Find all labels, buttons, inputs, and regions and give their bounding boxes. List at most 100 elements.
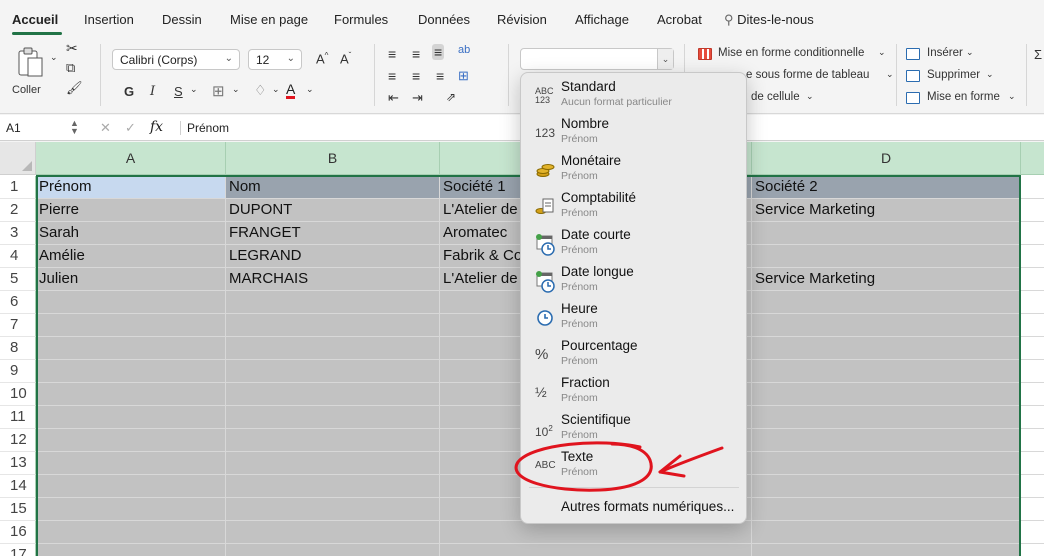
cell-d17[interactable] — [752, 544, 1021, 556]
align-top-icon[interactable]: ≡ — [388, 46, 396, 62]
cell-d9[interactable] — [752, 360, 1021, 383]
increase-font-icon[interactable]: A^ — [316, 51, 328, 66]
cell-e10[interactable] — [1021, 383, 1044, 406]
cell-a7[interactable] — [36, 314, 226, 337]
cell-e9[interactable] — [1021, 360, 1044, 383]
cell-a15[interactable] — [36, 498, 226, 521]
conditional-format-button[interactable]: Mise en forme conditionnelle — [718, 47, 864, 59]
tell-me[interactable]: ⚲ Dites-le-nous — [724, 12, 814, 28]
tab-revision[interactable]: Révision — [497, 12, 547, 27]
format-item-comptabilite[interactable]: Comptabilité Prénom — [521, 188, 746, 224]
cell-e13[interactable] — [1021, 452, 1044, 475]
cell-b16[interactable] — [226, 521, 440, 544]
cancel-icon[interactable]: ✕ — [100, 120, 111, 136]
cell-d7[interactable] — [752, 314, 1021, 337]
font-size-select[interactable]: 12 ⌄ — [248, 49, 302, 70]
chevron-down-icon[interactable]: ⌄ — [190, 84, 198, 95]
align-middle-icon[interactable]: ≡ — [412, 46, 420, 62]
decrease-font-icon[interactable]: Aˇ — [340, 51, 351, 66]
cell-b12[interactable] — [226, 429, 440, 452]
fill-color-icon[interactable]: ♢ — [254, 82, 267, 99]
cell-e6[interactable] — [1021, 291, 1044, 314]
cell-b2[interactable]: DUPONT — [226, 199, 440, 222]
cell-d13[interactable] — [752, 452, 1021, 475]
format-item-scientifique[interactable]: 102 Scientifique Prénom — [521, 410, 746, 446]
format-item-fraction[interactable]: ½ Fraction Prénom — [521, 373, 746, 409]
cell-reference[interactable]: A1 — [6, 121, 21, 135]
format-item-texte[interactable]: ABC Texte Prénom — [521, 447, 746, 483]
cell-e2[interactable] — [1021, 199, 1044, 222]
bold-button[interactable]: G — [124, 84, 134, 99]
paste-dropdown-icon[interactable]: ⌄ — [50, 52, 58, 63]
cell-d3[interactable] — [752, 222, 1021, 245]
cell-b6[interactable] — [226, 291, 440, 314]
tab-acrobat[interactable]: Acrobat — [657, 12, 702, 27]
chevron-down-icon[interactable]: ⌄ — [232, 84, 240, 95]
cell-d15[interactable] — [752, 498, 1021, 521]
format-painter-icon[interactable]: 🖌 — [66, 80, 83, 96]
cell-d16[interactable] — [752, 521, 1021, 544]
format-item-date-courte[interactable]: Date courte Prénom — [521, 225, 746, 261]
tab-mise-en-page[interactable]: Mise en page — [230, 12, 308, 27]
font-name-select[interactable]: Calibri (Corps) ⌄ — [112, 49, 240, 70]
format-item-monetaire[interactable]: Monétaire Prénom — [521, 151, 746, 187]
chevron-down-icon[interactable]: ⌄ — [986, 69, 994, 80]
cell-d11[interactable] — [752, 406, 1021, 429]
row-header-8[interactable]: 8 — [0, 337, 36, 360]
cell-b9[interactable] — [226, 360, 440, 383]
increase-indent-icon[interactable]: ⇥ — [412, 90, 423, 106]
cell-b8[interactable] — [226, 337, 440, 360]
row-header-15[interactable]: 15 — [0, 498, 36, 521]
cell-e16[interactable] — [1021, 521, 1044, 544]
cell-d5[interactable]: Service Marketing — [752, 268, 1021, 291]
cell-b11[interactable] — [226, 406, 440, 429]
align-center-icon[interactable]: ≡ — [412, 68, 420, 84]
column-header-e[interactable] — [1021, 142, 1044, 175]
tab-dessin[interactable]: Dessin — [162, 12, 202, 27]
cell-e4[interactable] — [1021, 245, 1044, 268]
cell-a14[interactable] — [36, 475, 226, 498]
cell-a11[interactable] — [36, 406, 226, 429]
cell-b1[interactable]: Nom — [226, 176, 440, 199]
italic-button[interactable]: I — [150, 84, 155, 99]
cell-a8[interactable] — [36, 337, 226, 360]
format-item-nombre[interactable]: 123 Nombre Prénom — [521, 114, 746, 150]
cell-b17[interactable] — [226, 544, 440, 556]
row-header-6[interactable]: 6 — [0, 291, 36, 314]
chevron-down-icon[interactable]: ⌄ — [1008, 91, 1016, 102]
row-header-13[interactable]: 13 — [0, 452, 36, 475]
cell-d8[interactable] — [752, 337, 1021, 360]
copy-icon[interactable]: ⧉ — [66, 60, 75, 76]
cell-b14[interactable] — [226, 475, 440, 498]
cut-icon[interactable]: ✂ — [66, 40, 78, 57]
tab-affichage[interactable]: Affichage — [575, 12, 629, 27]
cell-b7[interactable] — [226, 314, 440, 337]
insert-function-icon[interactable]: fx — [150, 119, 163, 135]
row-header-9[interactable]: 9 — [0, 360, 36, 383]
confirm-icon[interactable]: ✓ — [125, 120, 136, 136]
cell-a4[interactable]: Amélie — [36, 245, 226, 268]
chevron-down-icon[interactable]: ⌄ — [806, 91, 814, 102]
cell-e8[interactable] — [1021, 337, 1044, 360]
cell-a6[interactable] — [36, 291, 226, 314]
cell-a3[interactable]: Sarah — [36, 222, 226, 245]
wrap-text-icon[interactable]: ab — [458, 44, 470, 56]
column-header-b[interactable]: B — [226, 142, 440, 175]
cell-e17[interactable] — [1021, 544, 1044, 556]
insert-cells-button[interactable]: Insérer — [927, 47, 963, 59]
column-header-d[interactable]: D — [752, 142, 1021, 175]
tab-donnees[interactable]: Données — [418, 12, 470, 27]
cell-e14[interactable] — [1021, 475, 1044, 498]
tab-insertion[interactable]: Insertion — [84, 12, 134, 27]
cell-a2[interactable]: Pierre — [36, 199, 226, 222]
row-header-16[interactable]: 16 — [0, 521, 36, 544]
format-item-standard[interactable]: ABC 123 Standard Aucun format particulier — [521, 77, 746, 113]
cell-a1[interactable]: Prénom — [36, 176, 226, 199]
cell-b10[interactable] — [226, 383, 440, 406]
cell-a5[interactable]: Julien — [36, 268, 226, 291]
row-header-10[interactable]: 10 — [0, 383, 36, 406]
cell-a12[interactable] — [36, 429, 226, 452]
cell-d10[interactable] — [752, 383, 1021, 406]
delete-cells-button[interactable]: Supprimer — [927, 69, 980, 81]
font-color-icon[interactable]: A — [286, 82, 296, 99]
